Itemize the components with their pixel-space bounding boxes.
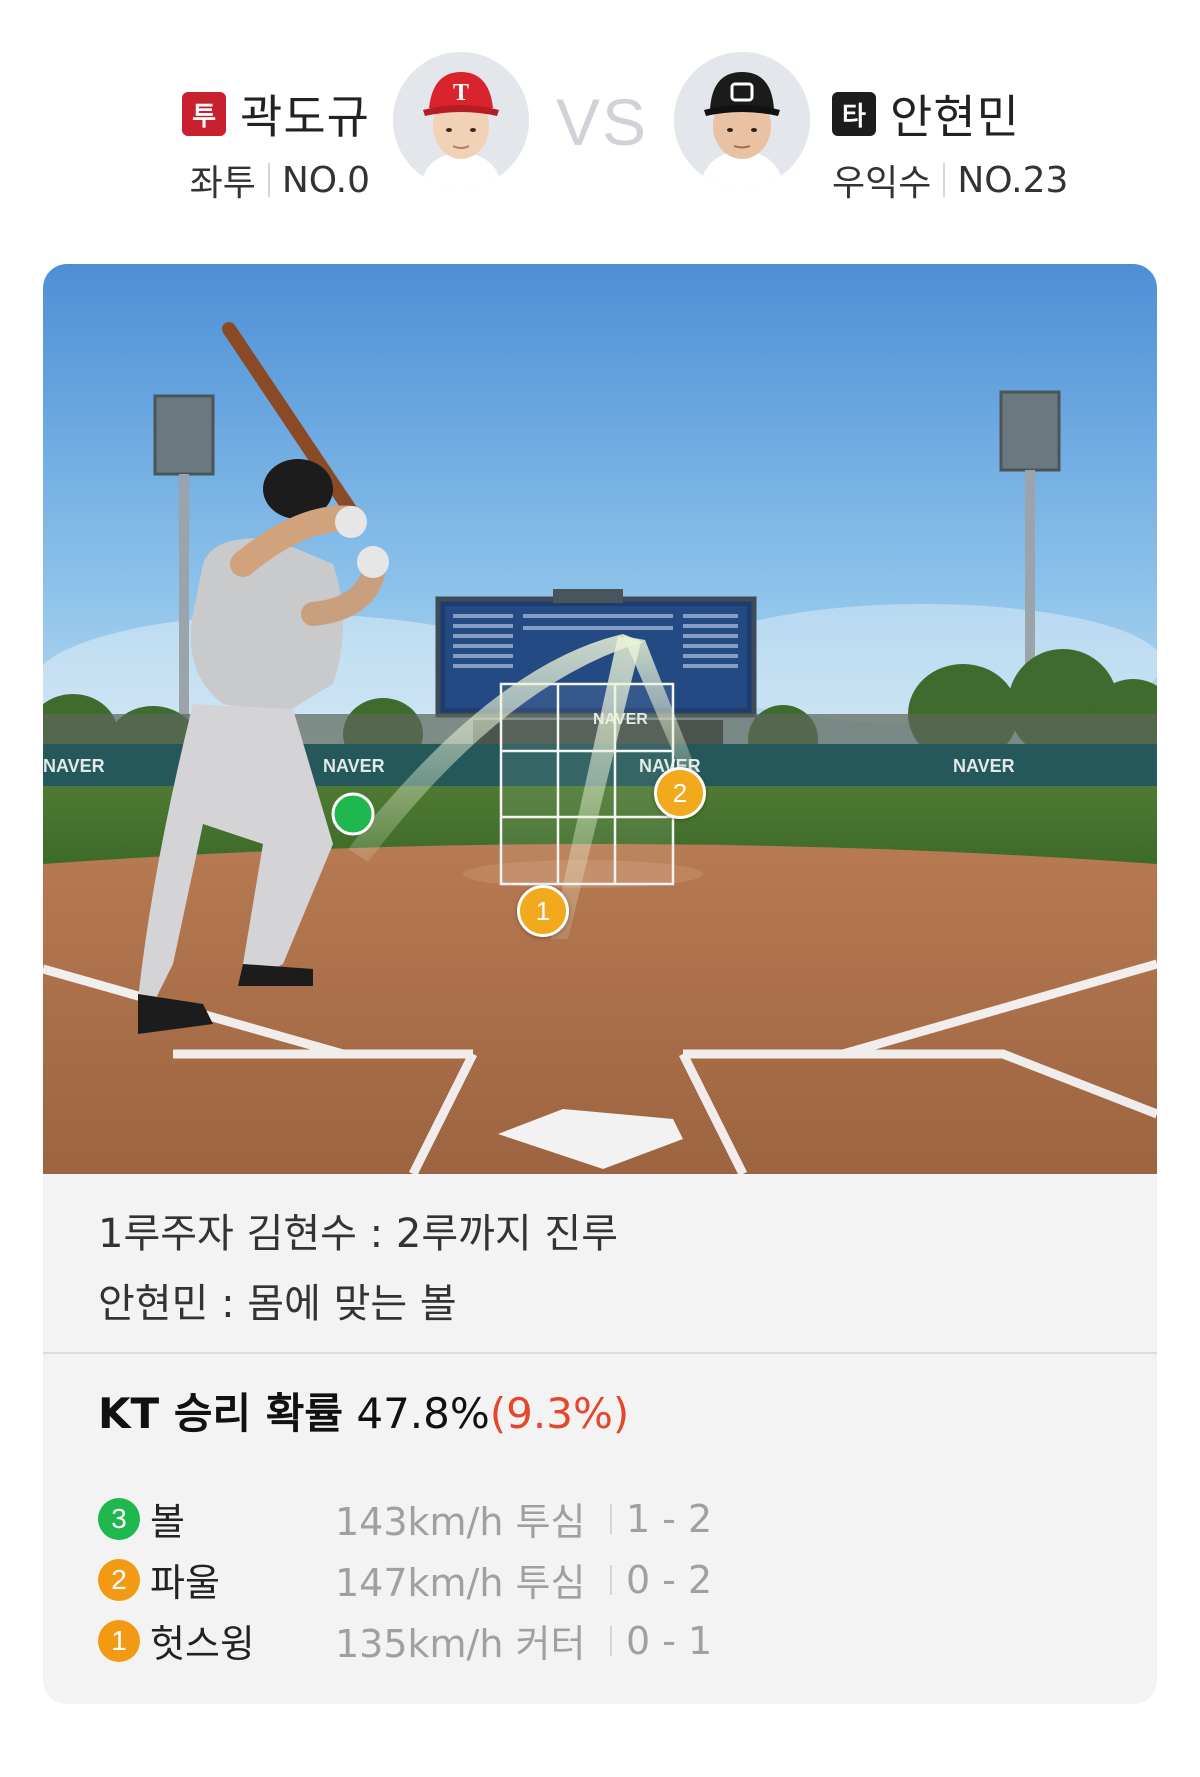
- win-probability-value: 47.8%: [356, 1389, 490, 1438]
- divider: [610, 1503, 612, 1534]
- win-probability-delta: (9.3%): [489, 1389, 630, 1438]
- pitch-speed-type: 143km/h 투심: [335, 1500, 586, 1544]
- pitch-marker-1[interactable]: 1: [517, 885, 569, 937]
- pitcher-info[interactable]: 투 곽도규 좌투 NO.0: [182, 88, 370, 206]
- pitch-row[interactable]: 1 헛스윙 135km/h 커터 0 - 1: [98, 1610, 1098, 1671]
- pitch-count: 0 - 2: [626, 1557, 713, 1602]
- svg-text:T: T: [453, 80, 469, 106]
- pitcher-hand: 좌투: [189, 163, 256, 204]
- event-line: 안현민 : 몸에 맞는 볼: [98, 1281, 457, 1327]
- pitch-speed-type: 135km/h 커터: [335, 1622, 586, 1666]
- divider: [267, 163, 270, 197]
- matchup-header: 투 곽도규 좌투 NO.0 T VS 타 안현민 우익수 NO.23: [0, 0, 1200, 230]
- pitch-number-badge: 2: [98, 1558, 140, 1601]
- ad-board: NAVER: [323, 756, 385, 776]
- pitch-row[interactable]: 2 파울 147km/h 투심 0 - 2: [98, 1549, 1098, 1610]
- batter-number: NO.23: [957, 159, 1069, 201]
- pitch-marker-2[interactable]: 2: [654, 767, 706, 819]
- batter-avatar-icon[interactable]: [674, 52, 810, 188]
- pitch-speed-type: 147km/h 투심: [335, 1561, 586, 1605]
- pitch-result: 볼: [150, 1500, 185, 1544]
- ad-board: NAVER: [43, 756, 105, 776]
- pitch-count: 1 - 2: [626, 1496, 713, 1541]
- win-probability-label: KT 승리 확률: [98, 1389, 343, 1438]
- batter-role-badge: 타: [832, 92, 876, 136]
- win-probability: KT 승리 확률 47.8%(9.3%): [98, 1384, 629, 1444]
- batter-info[interactable]: 타 안현민 우익수 NO.23: [832, 88, 1068, 206]
- divider: [43, 1352, 1157, 1354]
- pitcher-name[interactable]: 곽도규: [240, 81, 370, 147]
- play-card: NAVER NAVER NAVER NAVER NAVER: [43, 264, 1157, 1704]
- pitcher-role-badge: 투: [182, 92, 227, 136]
- field-illustration: NAVER NAVER NAVER NAVER NAVER: [43, 264, 1157, 1174]
- pitcher-avatar-icon[interactable]: T: [393, 52, 529, 188]
- divider: [610, 1625, 612, 1656]
- ad-board: NAVER: [953, 756, 1015, 776]
- pitch-row[interactable]: 3 볼 143km/h 투심 1 - 2: [98, 1488, 1098, 1549]
- pitch-result: 헛스윙: [150, 1622, 255, 1666]
- batter-position: 우익수: [832, 163, 932, 204]
- pitcher-number: NO.0: [281, 159, 370, 201]
- event-line: 1루주자 김현수 : 2루까지 진루: [98, 1211, 619, 1257]
- pitch-count: 0 - 1: [626, 1618, 713, 1663]
- pitch-number-badge: 3: [98, 1497, 140, 1540]
- vs-label: VS: [556, 85, 649, 159]
- pitch-result: 파울: [150, 1561, 220, 1605]
- play-events: 1루주자 김현수 : 2루까지 진루 안현민 : 몸에 맞는 볼: [98, 1199, 1098, 1339]
- divider: [610, 1564, 612, 1595]
- pitch-list: 3 볼 143km/h 투심 1 - 2 2 파울 147km/h 투심 0 -…: [98, 1488, 1098, 1671]
- batter-name[interactable]: 안현민: [890, 81, 1020, 147]
- divider: [943, 163, 946, 197]
- pitch-number-badge: 1: [98, 1619, 140, 1662]
